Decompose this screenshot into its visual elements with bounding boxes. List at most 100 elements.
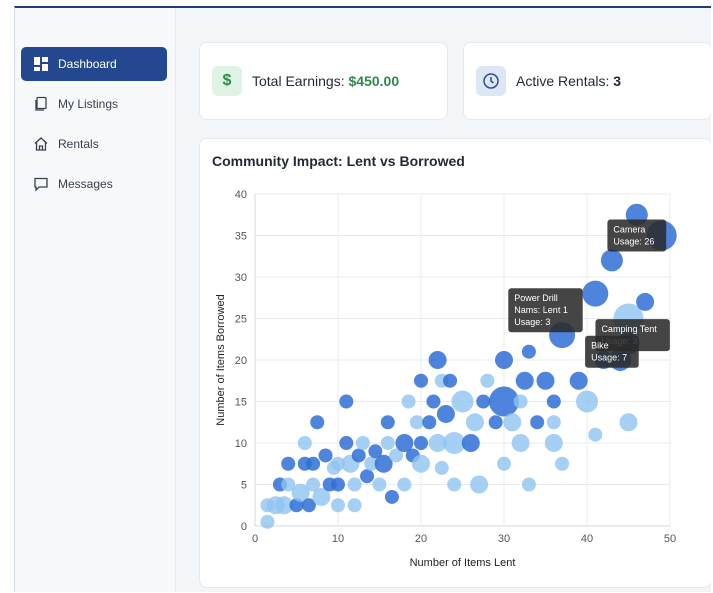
dashboard-icon	[33, 56, 49, 72]
tooltip-text: Camera	[613, 225, 645, 235]
tooltip-text: Usage: 3	[514, 317, 550, 327]
data-point	[515, 371, 534, 390]
data-point	[339, 394, 354, 409]
y-tick-label: 20	[235, 355, 247, 367]
data-point	[331, 498, 345, 513]
data-point	[600, 249, 623, 272]
sidebar-item-label: Dashboard	[58, 57, 117, 71]
data-point	[434, 460, 449, 475]
tooltip-text: Usage: 26	[613, 237, 654, 247]
tooltip: Camera Usage: 26	[607, 219, 667, 252]
data-point	[576, 390, 598, 413]
data-point	[495, 351, 513, 369]
data-point	[465, 413, 484, 432]
data-point	[414, 436, 428, 450]
data-point	[426, 394, 441, 409]
data-point	[521, 477, 536, 492]
data-point	[397, 477, 412, 492]
data-point	[546, 415, 561, 430]
data-point	[401, 394, 416, 409]
home-icon	[33, 136, 49, 152]
data-point	[297, 436, 312, 450]
data-point	[339, 436, 354, 450]
data-point	[513, 394, 528, 409]
data-point	[347, 498, 362, 513]
data-point	[447, 477, 462, 492]
data-point	[530, 415, 545, 430]
data-point	[360, 469, 375, 484]
y-tick-label: 30	[235, 272, 247, 284]
data-point	[347, 477, 362, 492]
data-point	[503, 413, 522, 432]
data-point	[461, 434, 480, 452]
data-point	[409, 415, 424, 430]
sidebar-item-messages[interactable]: Messages	[21, 167, 167, 201]
data-point	[588, 427, 603, 442]
rentals-label: Active Rentals:	[516, 73, 610, 89]
data-point	[281, 456, 296, 471]
data-point	[412, 454, 430, 473]
data-point	[480, 373, 495, 388]
y-tick-label: 15	[235, 397, 247, 409]
data-point	[310, 415, 325, 430]
sidebar-item-my-listings[interactable]: My Listings	[21, 87, 167, 121]
data-point	[544, 434, 563, 452]
data-point	[555, 456, 570, 471]
message-icon	[33, 176, 49, 192]
x-tick-label: 20	[415, 533, 427, 545]
data-point	[488, 415, 503, 430]
x-axis-label: Number of Items Lent	[410, 557, 516, 569]
rentals-value: 3	[613, 73, 622, 89]
clock-icon	[476, 66, 506, 96]
sidebar-item-label: My Listings	[58, 97, 119, 111]
sidebar-item-rentals[interactable]: Rentals	[21, 127, 167, 161]
sidebar-item-label: Rentals	[58, 137, 99, 151]
data-point	[443, 373, 458, 388]
y-tick-label: 10	[235, 438, 247, 450]
y-axis-label: Number of Items Borrowed	[215, 294, 227, 425]
data-point	[422, 415, 437, 430]
data-point	[380, 415, 395, 430]
data-point	[372, 477, 387, 492]
tooltip-text: Usage: 7	[591, 353, 627, 363]
data-point	[569, 371, 588, 390]
data-point	[384, 489, 399, 504]
data-point	[351, 448, 366, 463]
earnings-card: $ Total Earnings: $450.00	[199, 42, 448, 120]
data-point	[380, 436, 395, 450]
earnings-label: Total Earnings:	[252, 73, 345, 89]
tooltip-text: Nams: Lent 1	[514, 305, 568, 315]
data-point	[497, 456, 511, 471]
sidebar-item-dashboard[interactable]: Dashboard	[21, 47, 167, 81]
tooltip-text: Power Drill	[514, 293, 558, 303]
sidebar-item-label: Messages	[58, 177, 113, 191]
data-point	[414, 373, 428, 388]
y-tick-label: 5	[241, 480, 247, 492]
sidebar: Dashboard My Listings Rentals Messages	[15, 8, 176, 592]
y-tick-label: 25	[235, 314, 247, 326]
data-point	[511, 434, 530, 452]
data-point	[582, 280, 609, 307]
data-point	[546, 394, 561, 409]
data-point	[636, 292, 655, 311]
data-point	[436, 404, 455, 423]
x-tick-label: 50	[664, 533, 676, 545]
data-point	[355, 436, 370, 450]
x-tick-label: 0	[252, 533, 258, 545]
active-rentals-card: Active Rentals: 3	[463, 42, 711, 120]
tooltip-text: Camping Tent	[601, 324, 657, 334]
data-point	[306, 456, 321, 471]
tooltip: Power Drill Nams: Lent 1 Usage: 3	[508, 288, 583, 333]
listings-icon	[33, 96, 49, 112]
app-window: Dashboard My Listings Rentals Messages $…	[14, 6, 711, 592]
data-point	[318, 448, 333, 463]
x-tick-label: 30	[498, 533, 510, 545]
data-point	[619, 413, 638, 432]
data-point	[470, 475, 489, 494]
y-tick-label: 40	[235, 189, 247, 201]
data-point	[476, 394, 491, 409]
data-point	[331, 477, 345, 492]
y-tick-label: 35	[235, 231, 247, 243]
earnings-value: $450.00	[348, 73, 400, 89]
data-point	[260, 514, 275, 529]
